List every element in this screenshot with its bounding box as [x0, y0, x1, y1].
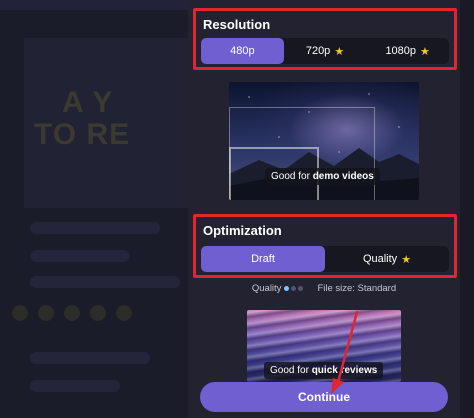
resolution-preview-image: Good for demo videos — [229, 82, 419, 200]
optimization-option-draft[interactable]: Draft — [201, 246, 325, 272]
optimization-option-label: Quality — [362, 253, 398, 265]
backdrop-bar — [30, 250, 130, 262]
star-icon: ★ — [334, 45, 345, 58]
resolution-option-720p[interactable]: 720p ★ — [284, 38, 367, 64]
optimization-info-row: Quality File size: Standard — [188, 283, 460, 294]
optimization-title: Optimization — [203, 223, 282, 238]
backdrop-title-line1: A Y — [62, 86, 114, 119]
resolution-preview-caption: Good for demo videos — [265, 168, 380, 185]
resolution-option-1080p[interactable]: 1080p ★ — [366, 38, 449, 64]
star-icon: ★ — [401, 253, 412, 266]
resolution-option-label: 720p — [305, 45, 331, 57]
backdrop-bar — [30, 352, 150, 364]
optimization-preview-image: Good for quick reviews — [247, 310, 401, 382]
backdrop-bar — [30, 380, 120, 392]
optimization-section: Optimization Draft Quality ★ — [193, 214, 457, 278]
resolution-option-label: 480p — [230, 45, 255, 57]
backdrop-controls — [12, 305, 172, 329]
resolution-option-label: 1080p — [385, 45, 417, 57]
quality-label: Quality — [251, 283, 282, 294]
resolution-selector: 480p 720p ★ 1080p ★ — [201, 38, 449, 64]
backdrop-bar — [30, 276, 180, 288]
editor-backdrop: A Y TO RE — [0, 0, 188, 418]
continue-button[interactable]: Continue — [200, 382, 448, 412]
resolution-option-480p[interactable]: 480p — [201, 38, 284, 64]
quality-indicator: Quality — [252, 283, 304, 294]
resolution-title: Resolution — [203, 17, 271, 32]
optimization-option-quality[interactable]: Quality ★ — [325, 246, 449, 272]
backdrop-bar — [30, 222, 160, 234]
optimization-preview-caption: Good for quick reviews — [264, 362, 384, 379]
backdrop-toolbar — [0, 0, 188, 10]
star-icon: ★ — [420, 45, 430, 58]
panel-scroll-edge — [460, 0, 474, 418]
quality-level-dots — [284, 285, 304, 291]
backdrop-title-line2: TO RE — [34, 118, 131, 151]
optimization-selector: Draft Quality ★ — [201, 246, 449, 272]
file-size-text: File size: Standard — [317, 283, 397, 294]
optimization-option-label: Draft — [251, 253, 275, 265]
resolution-section: Resolution 480p 720p ★ 1080p ★ — [193, 8, 457, 70]
